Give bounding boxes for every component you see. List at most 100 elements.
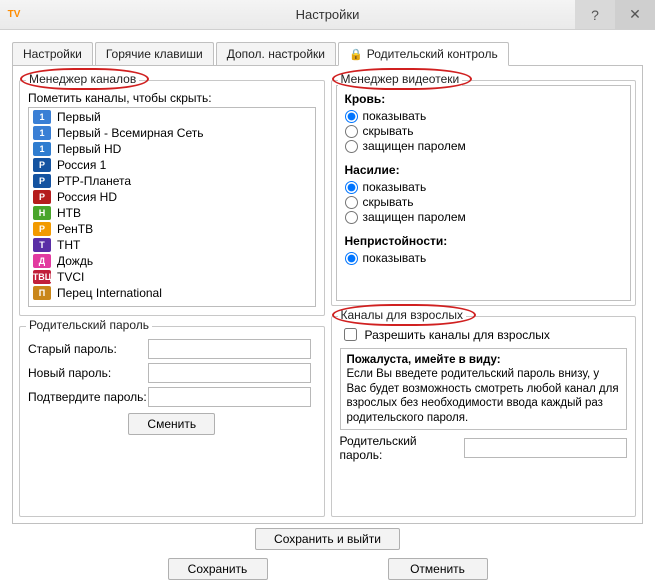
filter-radio[interactable] (345, 140, 358, 153)
channel-item[interactable]: 1 Первый - Всемирная Сеть (30, 125, 314, 141)
filter-option-label: показывать (363, 251, 427, 265)
channel-name: РенТВ (57, 222, 93, 236)
channel-manager-group: Менеджер каналов Пометить каналы, чтобы … (19, 80, 325, 316)
channel-logo-icon: 1 (33, 142, 51, 156)
tabstrip: Настройки Горячие клавиши Допол. настрой… (12, 40, 643, 66)
tab-content: Менеджер каналов Пометить каналы, чтобы … (12, 66, 643, 524)
channel-item[interactable]: Д Дождь (30, 253, 314, 269)
channel-logo-icon: Д (33, 254, 51, 268)
filter-option[interactable]: защищен паролем (345, 210, 623, 224)
filter-radio[interactable] (345, 125, 358, 138)
adult-channels-legend: Каналы для взрослых (338, 308, 466, 322)
channel-logo-icon: Н (33, 206, 51, 220)
filter-option[interactable]: защищен паролем (345, 139, 623, 153)
channel-logo-icon: 1 (33, 110, 51, 124)
filter-title: Насилие: (345, 163, 623, 177)
allow-adult-checkbox[interactable] (344, 328, 357, 341)
tab-parental-label: Родительский контроль (367, 47, 498, 61)
tab-parental[interactable]: 🔒 Родительский контроль (338, 42, 509, 66)
filter-title: Кровь: (345, 92, 623, 106)
channel-caption: Пометить каналы, чтобы скрыть: (28, 91, 316, 105)
filter-title: Непристойности: (345, 234, 623, 248)
cancel-button[interactable]: Отменить (388, 558, 488, 580)
channel-name: Россия HD (57, 190, 117, 204)
channel-item[interactable]: ТВЦ TVCI (30, 269, 314, 285)
channel-name: НТВ (57, 206, 81, 220)
content-filter-list[interactable]: Кровь:показыватьскрыватьзащищен паролемН… (336, 85, 632, 301)
channel-item[interactable]: PРоссия 1 (30, 157, 314, 173)
window-buttons: ? ✕ (575, 0, 655, 29)
channel-logo-icon: Р (33, 222, 51, 236)
channel-manager-legend: Менеджер каналов (26, 72, 139, 86)
filter-option[interactable]: показывать (345, 109, 623, 123)
tab-advanced[interactable]: Допол. настройки (216, 42, 336, 65)
channel-item[interactable]: П Перец International (30, 285, 314, 301)
adult-note[interactable]: Пожалуста, имейте в виду: Если Вы введет… (340, 348, 628, 430)
channel-name: Дождь (57, 254, 93, 268)
filter-option[interactable]: показывать (345, 251, 623, 265)
channel-item[interactable]: P Россия HD (30, 189, 314, 205)
channel-list[interactable]: 1 Первый 1 Первый - Всемирная Сеть 1 Первый H… (28, 107, 316, 307)
tab-settings[interactable]: Настройки (12, 42, 93, 65)
channel-logo-icon: P (33, 174, 51, 188)
filter-group: Насилие: показыватьскрыватьзащищен пароле… (345, 163, 623, 224)
confirm-password-input[interactable] (148, 387, 311, 407)
video-manager-legend: Менеджер видеотеки (338, 72, 463, 86)
adult-password-input[interactable] (464, 438, 627, 458)
adult-password-label: Родительский пароль: (340, 434, 461, 462)
old-password-input[interactable] (148, 339, 311, 359)
channel-name: Перец International (57, 286, 162, 300)
change-password-button[interactable]: Сменить (128, 413, 215, 435)
channel-name: ТНТ (57, 238, 80, 252)
channel-name: Первый HD (57, 142, 121, 156)
filter-option-label: защищен паролем (363, 139, 466, 153)
channel-logo-icon: ТВЦ (33, 270, 51, 284)
new-password-label: Новый пароль: (28, 366, 148, 380)
lock-icon: 🔒 (349, 48, 363, 61)
tab-hotkeys[interactable]: Горячие клавиши (95, 42, 214, 65)
close-button[interactable]: ✕ (615, 0, 655, 29)
filter-radio[interactable] (345, 181, 358, 194)
filter-radio[interactable] (345, 211, 358, 224)
window-title: Настройки (0, 7, 655, 22)
channel-name: Первый - Всемирная Сеть (57, 126, 203, 140)
filter-option-label: скрывать (363, 124, 414, 138)
channel-logo-icon: П (33, 286, 51, 300)
filter-option-label: показывать (363, 109, 427, 123)
filter-option-label: защищен паролем (363, 210, 466, 224)
channel-name: РТР-Планета (57, 174, 131, 188)
adult-note-p1: Если Вы введете родительский пароль вниз… (347, 368, 619, 423)
channel-item[interactable]: P РТР-Планета (30, 173, 314, 189)
filter-option[interactable]: показывать (345, 180, 623, 194)
filter-option[interactable]: скрывать (345, 124, 623, 138)
filter-option-label: показывать (363, 180, 427, 194)
allow-adult-label: Разрешить каналы для взрослых (365, 328, 550, 342)
channel-item[interactable]: 1 Первый (30, 109, 314, 125)
save-exit-button[interactable]: Сохранить и выйти (255, 528, 400, 550)
app-icon: TV (6, 7, 22, 23)
save-button[interactable]: Сохранить (168, 558, 268, 580)
channel-name: Россия 1 (57, 158, 106, 172)
parental-password-group: Родительский пароль Старый пароль: Новый… (19, 326, 325, 517)
filter-option[interactable]: скрывать (345, 195, 623, 209)
channel-logo-icon: Т (33, 238, 51, 252)
channel-name: TVCI (57, 270, 84, 284)
channel-item[interactable]: Н НТВ (30, 205, 314, 221)
filter-radio[interactable] (345, 196, 358, 209)
channel-logo-icon: P (33, 190, 51, 204)
channel-logo-icon: 1 (33, 126, 51, 140)
channel-item[interactable]: Р РенТВ (30, 221, 314, 237)
new-password-input[interactable] (148, 363, 311, 383)
filter-option-label: скрывать (363, 195, 414, 209)
filter-radio[interactable] (345, 252, 358, 265)
channel-item[interactable]: 1 Первый HD (30, 141, 314, 157)
filter-group: Кровь: показыватьскрыватьзащищен паролем (345, 92, 623, 153)
channel-item[interactable]: Т ТНТ (30, 237, 314, 253)
adult-channels-group: Каналы для взрослых Разрешить каналы для… (331, 316, 637, 517)
adult-note-title: Пожалуста, имейте в виду: (347, 354, 501, 366)
filter-group: Непристойности: показывать (345, 234, 623, 265)
channel-name: Первый (57, 110, 101, 124)
old-password-label: Старый пароль: (28, 342, 148, 356)
filter-radio[interactable] (345, 110, 358, 123)
help-button[interactable]: ? (575, 0, 615, 29)
